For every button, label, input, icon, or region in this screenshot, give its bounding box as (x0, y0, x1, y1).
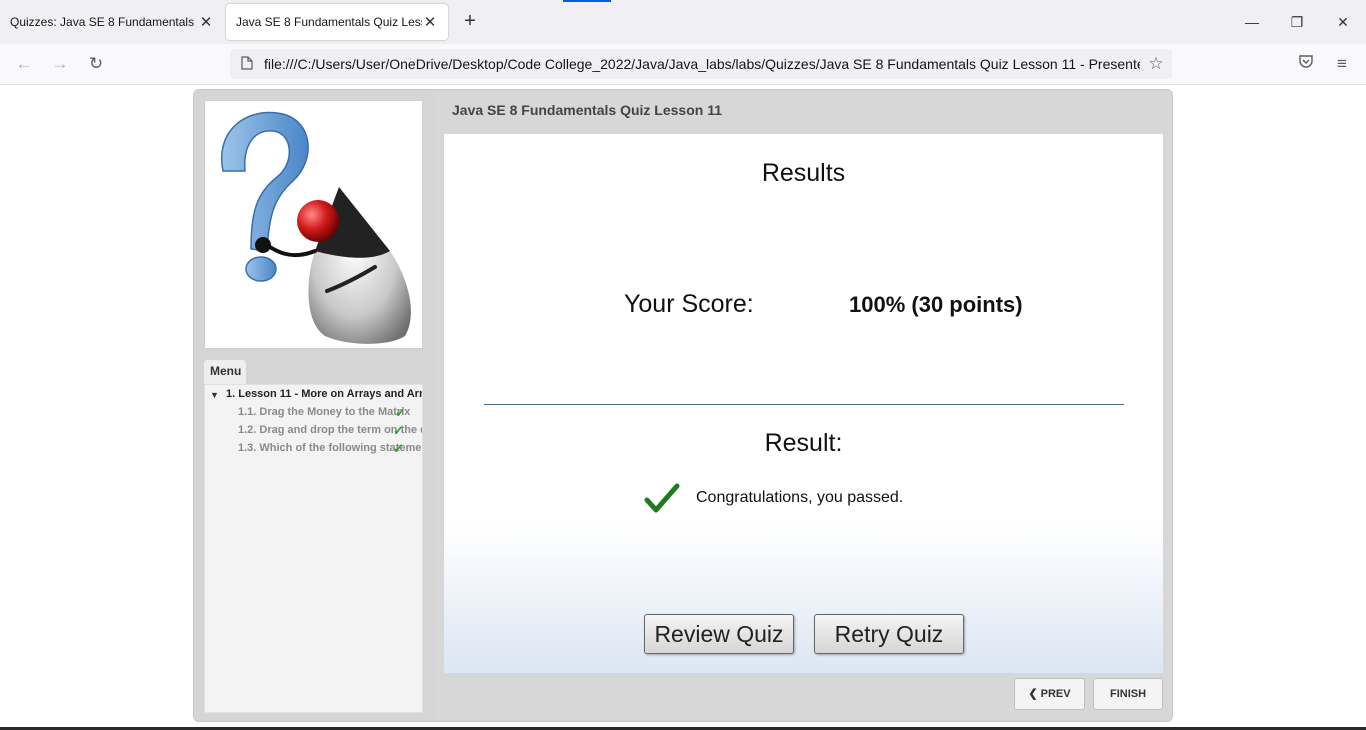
finish-button[interactable]: FINISH (1093, 678, 1163, 710)
result-heading: Result: (764, 429, 843, 457)
pocket-icon[interactable] (1294, 52, 1318, 76)
page-icon (230, 55, 264, 73)
check-icon: ✓ (393, 424, 404, 438)
browser-toolbar: ← → ↻ file:///C:/Users/User/OneDrive/Des… (0, 44, 1366, 85)
menu-item-2[interactable]: 1.2. Drag and drop the term on the defin… (205, 424, 422, 442)
menu-item-3[interactable]: 1.3. Which of the following statements ✓ (205, 442, 422, 460)
restore-icon[interactable]: ❐ (1285, 10, 1309, 34)
menu-tab[interactable]: Menu (204, 360, 246, 384)
url-text[interactable]: file:///C:/Users/User/OneDrive/Desktop/C… (264, 56, 1140, 72)
quiz-player: Menu ▼ 1. Lesson 11 - More on Arrays and… (193, 89, 1173, 722)
caret-down-icon[interactable]: ▼ (210, 390, 219, 400)
quiz-logo (204, 100, 423, 349)
retry-quiz-button[interactable]: Retry Quiz (814, 614, 964, 654)
chevron-left-icon: ❮ (1028, 688, 1041, 700)
result-message: Congratulations, you passed. (696, 489, 904, 506)
menu-item-1[interactable]: 1.1. Drag the Money to the Matrix ✓ (205, 406, 422, 424)
new-tab-icon[interactable]: + (458, 10, 482, 34)
quiz-title: Java SE 8 Fundamentals Quiz Lesson 11 (452, 102, 722, 118)
duke-question-icon (220, 111, 411, 344)
reload-icon[interactable]: ↻ (84, 52, 108, 76)
menu-hamburger-icon[interactable]: ≡ (1330, 52, 1354, 76)
results-slide: Results Your Score: 100% (30 points) Res… (444, 134, 1163, 673)
browser-tab-quiz-lesson[interactable]: Java SE 8 Fundamentals Quiz Lesson 11 - … (226, 4, 448, 40)
bookmark-star-icon[interactable]: ☆ (1140, 54, 1172, 74)
score-value: 100% (30 points) (849, 292, 1023, 317)
forward-icon[interactable]: → (48, 52, 72, 76)
tab-title: Quizzes: Java SE 8 Fundamentals (10, 15, 195, 29)
menu-panel: ▼ 1. Lesson 11 - More on Arrays and Arra… (204, 384, 423, 713)
browser-tab-quizzes[interactable]: Quizzes: Java SE 8 Fundamentals ✕ (0, 4, 224, 40)
minimize-icon[interactable]: — (1240, 10, 1264, 34)
close-window-icon[interactable]: ✕ (1331, 10, 1355, 34)
address-bar[interactable]: file:///C:/Users/User/OneDrive/Desktop/C… (230, 49, 1172, 79)
review-quiz-button[interactable]: Review Quiz (644, 614, 794, 654)
prev-label: PREV (1040, 688, 1071, 700)
back-icon[interactable]: ← (12, 52, 36, 76)
active-indicator (563, 0, 611, 2)
close-tab-icon[interactable]: ✕ (422, 13, 438, 31)
results-heading: Results (761, 159, 846, 187)
score-label: Your Score: (624, 290, 754, 318)
close-tab-icon[interactable]: ✕ (198, 13, 214, 31)
tab-title: Java SE 8 Fundamentals Quiz Lesson 11 - … (236, 15, 422, 29)
menu-item-label: 1.1. Drag the Money to the Matrix (238, 406, 411, 418)
pass-check-icon (644, 483, 680, 513)
menu-lesson-label: 1. Lesson 11 - More on Arrays and ArrayL… (226, 388, 422, 400)
prev-button[interactable]: ❮ PREV (1014, 678, 1085, 710)
divider (484, 404, 1124, 405)
player-sidebar: Menu ▼ 1. Lesson 11 - More on Arrays and… (194, 90, 434, 721)
menu-lesson-item[interactable]: ▼ 1. Lesson 11 - More on Arrays and Arra… (205, 388, 422, 406)
check-icon: ✓ (393, 442, 404, 456)
check-icon: ✓ (395, 406, 406, 420)
browser-tab-bar: Quizzes: Java SE 8 Fundamentals ✕ Java S… (0, 0, 1366, 44)
